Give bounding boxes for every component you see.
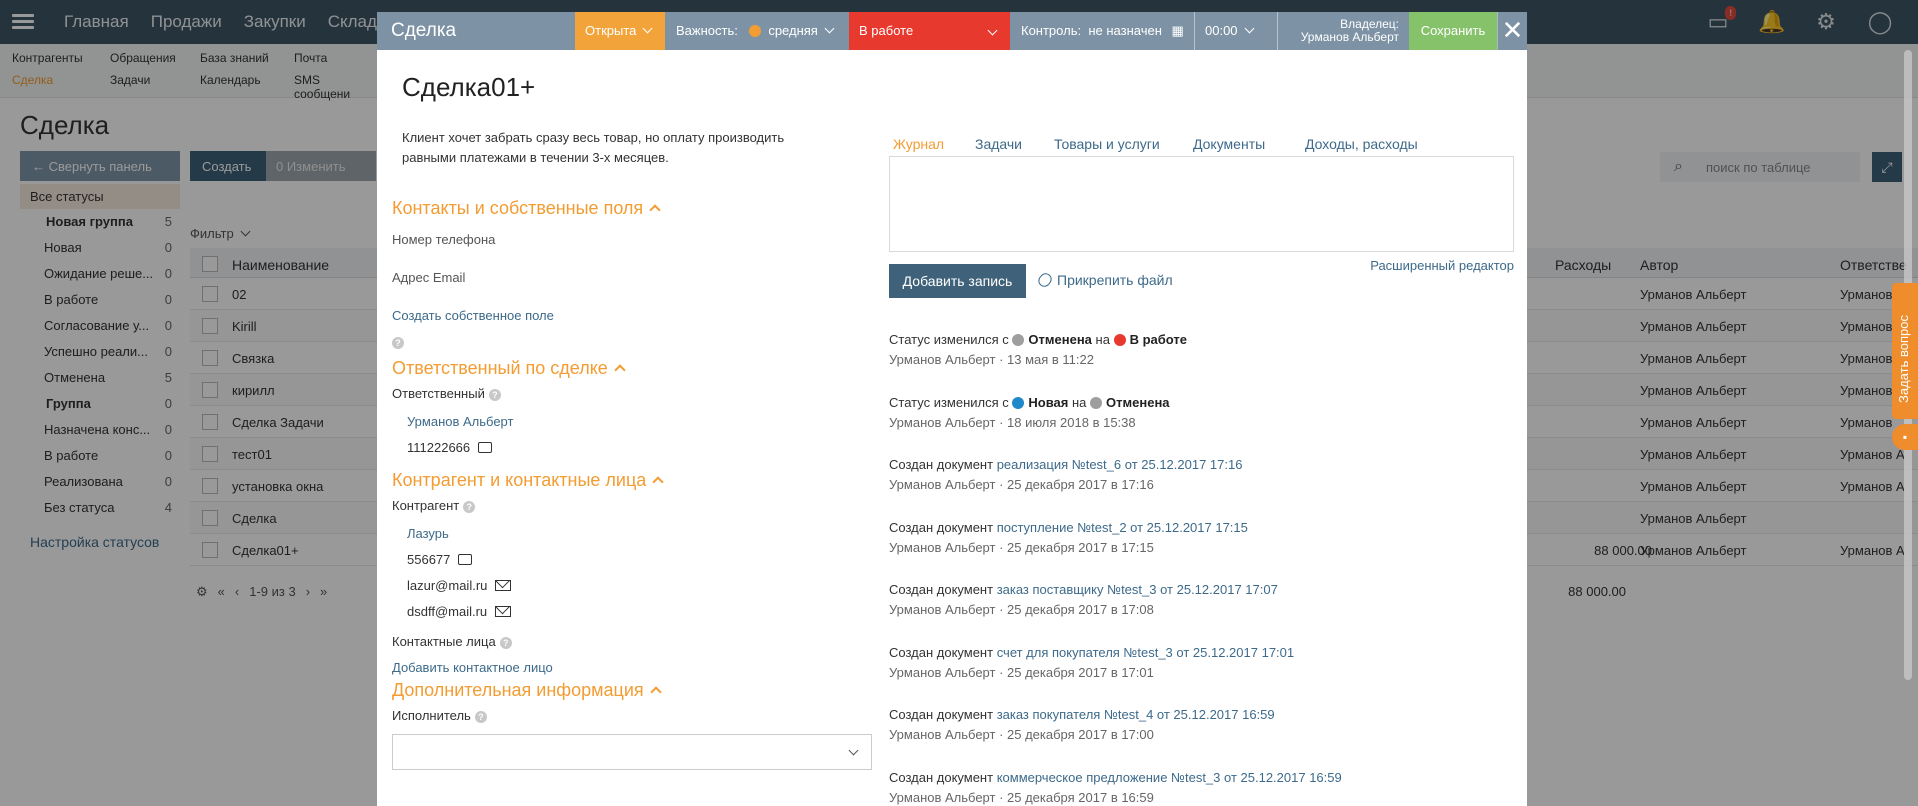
journal-entry: Статус изменился с Новая на Отменена Урма…: [889, 395, 1514, 430]
bottom-toolbar: [377, 774, 627, 806]
advanced-editor-link[interactable]: Расширенный редактор: [1370, 258, 1514, 273]
tab-goods[interactable]: Товары и услуги: [1054, 136, 1160, 152]
entry-meta: Урманов Альберт · 25 декабря 2017 в 17:1…: [889, 539, 1154, 555]
entry-meta: Урманов Альберт · 25 декабря 2017 в 16:5…: [889, 789, 1154, 805]
counterparty-label: Контрагент?: [392, 498, 476, 513]
deal-name[interactable]: Сделка01+: [402, 72, 535, 103]
entry-meta: Урманов Альберт · 13 мая в 11:22: [889, 352, 1094, 367]
responsible-phone: 111222666: [407, 440, 493, 455]
journal-entry: Создан документ коммерческое предложение…: [889, 770, 1514, 805]
phone-field-label[interactable]: Номер телефона: [392, 232, 495, 247]
calendar-icon[interactable]: ▦: [1172, 23, 1184, 38]
status-from: Отменена: [1028, 332, 1092, 347]
counterparty-phone: 556677: [407, 552, 473, 567]
journal-entry: Создан документ заказ покупателя №test_4…: [889, 707, 1514, 742]
ask-question-tab[interactable]: Задать вопрос: [1892, 283, 1918, 419]
entry-text: Создан документ: [889, 769, 994, 785]
attach-file-link[interactable]: Прикрепить файл: [1035, 270, 1173, 290]
executor-label: Исполнитель?: [392, 708, 487, 723]
help-icon[interactable]: ?: [474, 711, 487, 723]
mail-icon[interactable]: [495, 580, 512, 591]
executor-select[interactable]: [392, 734, 872, 770]
add-contact-link[interactable]: Добавить контактное лицо: [392, 660, 553, 675]
counterparty-name-link[interactable]: Лазурь: [407, 526, 449, 541]
entry-text: Создан документ: [889, 457, 994, 472]
section-contacts[interactable]: Контакты и собственные поля: [392, 198, 661, 219]
state-select[interactable]: Открыта: [575, 12, 665, 50]
modal-title: Сделка: [391, 20, 457, 41]
time-select[interactable]: 00:00: [1195, 12, 1277, 50]
tab-journal[interactable]: Журнал: [893, 136, 944, 152]
message-icon[interactable]: [478, 442, 493, 453]
responsible-label: Ответственный?: [392, 386, 501, 401]
tab-income-expenses[interactable]: Доходы, расходы: [1305, 136, 1418, 152]
owner-field[interactable]: Владелец: Урманов Альберт: [1278, 12, 1409, 50]
help-icon[interactable]: ?: [392, 334, 404, 349]
journal-entry: Статус изменился с Отменена на В работе У…: [889, 332, 1514, 367]
journal-textarea[interactable]: [889, 156, 1514, 252]
status-dot: [1090, 396, 1103, 409]
entry-text: Создан документ: [889, 519, 994, 535]
status-dot: [1113, 334, 1126, 346]
counterparty-email-1: lazur@mail.ru: [407, 578, 512, 593]
message-icon[interactable]: [458, 554, 473, 565]
mail-icon[interactable]: [495, 606, 512, 617]
entry-meta: Урманов Альберт · 18 июля 2018 в 15:38: [889, 414, 1136, 430]
document-link[interactable]: заказ поставщику №test_3 от 25.12.2017 1…: [997, 582, 1278, 597]
contacts-label: Контактные лица?: [392, 634, 512, 649]
help-icon[interactable]: ?: [463, 501, 476, 513]
journal-entry: Создан документ заказ поставщику №test_3…: [889, 582, 1514, 617]
journal-entry: Создан документ поступление №test_2 от 2…: [889, 520, 1514, 555]
help-icon[interactable]: ?: [499, 637, 512, 649]
importance-dot: [748, 25, 761, 37]
document-link[interactable]: коммерческое предложение №test_3 от 25.1…: [997, 770, 1342, 785]
section-extra[interactable]: Дополнительная информация: [392, 680, 662, 701]
section-counterparty[interactable]: Контрагент и контактные лица: [392, 470, 664, 491]
entry-meta: Урманов Альберт · 25 декабря 2017 в 17:0…: [889, 602, 1154, 617]
deal-modal: Сделка Открыта Важность: средняя В работ…: [377, 12, 1527, 806]
tab-tasks[interactable]: Задачи: [975, 136, 1022, 152]
status-to: В работе: [1129, 332, 1187, 347]
section-responsible[interactable]: Ответственный по сделке: [392, 358, 626, 379]
entry-text: Создан документ: [889, 644, 994, 660]
email-field-label[interactable]: Адрес Email: [392, 270, 465, 285]
entry-text: Создан документ: [889, 582, 994, 597]
counterparty-email-2: dsdff@mail.ru: [407, 604, 512, 619]
save-button[interactable]: Сохранить: [1409, 12, 1497, 50]
control-select[interactable]: Контроль: не назначен ▦: [1011, 12, 1194, 50]
modal-toolbar: Сделка Открыта Важность: средняя В работ…: [377, 12, 1527, 50]
create-custom-field-link[interactable]: Создать собственное поле: [392, 308, 554, 323]
status-to: Отменена: [1106, 394, 1170, 410]
importance-select[interactable]: Важность: средняя: [666, 12, 848, 50]
paperclip-icon: [1035, 270, 1055, 290]
document-link[interactable]: реализация №test_6 от 25.12.2017 17:16: [997, 457, 1243, 472]
journal-entry: Создан документ реализация №test_6 от 25…: [889, 457, 1514, 492]
entry-text: на: [1072, 394, 1087, 410]
close-icon[interactable]: ✕: [1497, 12, 1527, 50]
tab-documents[interactable]: Документы: [1193, 136, 1265, 152]
status-from: Новая: [1028, 394, 1069, 410]
document-link[interactable]: счет для покупателя №test_3 от 25.12.201…: [997, 645, 1294, 660]
document-link[interactable]: заказ покупателя №test_4 от 25.12.2017 1…: [997, 707, 1275, 722]
entry-text: Статус изменился с: [889, 332, 1009, 347]
status-dot: [1012, 396, 1025, 409]
entry-meta: Урманов Альберт · 25 декабря 2017 в 17:0…: [889, 664, 1154, 680]
chevron-down-icon: [848, 745, 859, 756]
chat-icon[interactable]: ▪: [1892, 424, 1918, 450]
entry-meta: Урманов Альберт · 25 декабря 2017 в 17:1…: [889, 477, 1154, 492]
entry-meta: Урманов Альберт · 25 декабря 2017 в 17:0…: [889, 727, 1154, 742]
responsible-name-link[interactable]: Урманов Альберт: [407, 414, 513, 429]
add-record-button[interactable]: Добавить запись: [889, 264, 1026, 298]
entry-text: Статус изменился с: [889, 394, 1009, 410]
help-icon[interactable]: ?: [488, 389, 501, 401]
deal-description[interactable]: Клиент хочет забрать сразу весь товар, н…: [402, 128, 822, 168]
status-dot: [1012, 334, 1025, 346]
journal-entry: Создан документ счет для покупателя №tes…: [889, 645, 1514, 680]
document-link[interactable]: поступление №test_2 от 25.12.2017 17:15: [997, 520, 1248, 535]
entry-text: Создан документ: [889, 707, 994, 722]
status-select[interactable]: В работе: [849, 12, 1010, 50]
entry-text: на: [1095, 332, 1110, 347]
